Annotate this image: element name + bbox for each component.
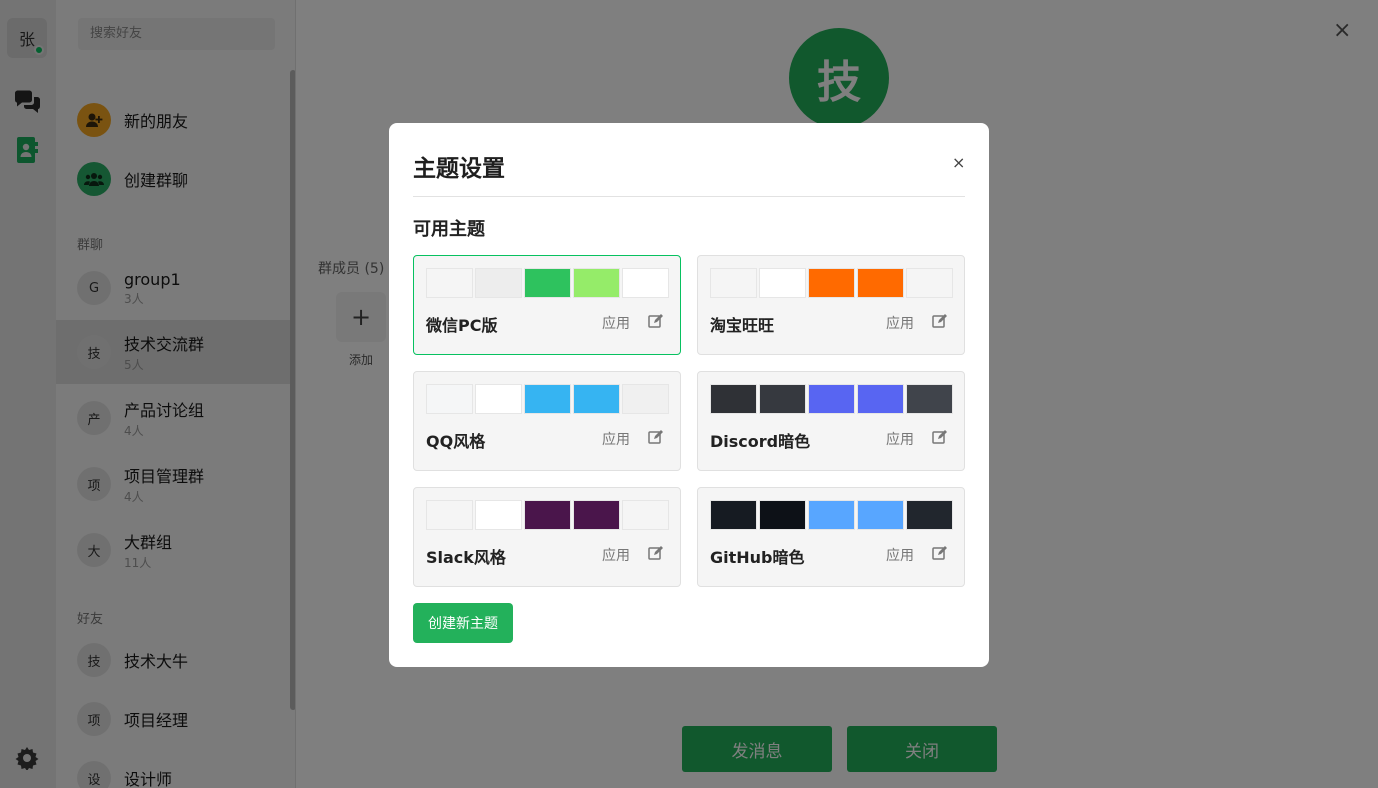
theme-swatches: [710, 268, 953, 298]
theme-card[interactable]: GitHub暗色 应用: [697, 487, 965, 587]
color-swatch: [573, 500, 620, 530]
apply-theme-button[interactable]: 应用: [886, 545, 914, 565]
edit-icon[interactable]: [932, 545, 948, 561]
theme-swatches: [426, 500, 669, 530]
color-swatch: [710, 384, 757, 414]
color-swatch: [622, 268, 669, 298]
theme-name: Slack风格: [426, 548, 506, 567]
color-swatch: [759, 268, 806, 298]
color-swatch: [426, 384, 473, 414]
color-swatch: [710, 500, 757, 530]
theme-card[interactable]: Discord暗色 应用: [697, 371, 965, 471]
color-swatch: [524, 268, 571, 298]
modal-close-icon[interactable]: ×: [952, 153, 965, 172]
color-swatch: [524, 384, 571, 414]
color-swatch: [475, 268, 522, 298]
edit-icon[interactable]: [648, 429, 664, 445]
color-swatch: [710, 268, 757, 298]
color-swatch: [808, 384, 855, 414]
color-swatch: [426, 268, 473, 298]
apply-theme-button[interactable]: 应用: [886, 313, 914, 333]
edit-icon[interactable]: [932, 313, 948, 329]
apply-theme-button[interactable]: 应用: [602, 545, 630, 565]
theme-card[interactable]: 微信PC版 应用: [413, 255, 681, 355]
modal-divider: [413, 196, 965, 197]
color-swatch: [759, 500, 806, 530]
theme-card[interactable]: Slack风格 应用: [413, 487, 681, 587]
theme-name: QQ风格: [426, 432, 486, 451]
theme-settings-modal: 主题设置 × 可用主题 微信PC版 应用 淘宝旺旺 应用 QQ风格 应用 Discord暗色…: [389, 123, 989, 667]
color-swatch: [759, 384, 806, 414]
color-swatch: [475, 384, 522, 414]
color-swatch: [622, 384, 669, 414]
modal-title: 主题设置: [413, 156, 505, 182]
color-swatch: [906, 384, 953, 414]
color-swatch: [808, 500, 855, 530]
edit-icon[interactable]: [932, 429, 948, 445]
color-swatch: [573, 384, 620, 414]
theme-swatches: [426, 384, 669, 414]
apply-theme-button[interactable]: 应用: [602, 313, 630, 333]
color-swatch: [857, 384, 904, 414]
color-swatch: [857, 500, 904, 530]
theme-swatches: [710, 384, 953, 414]
theme-swatches: [710, 500, 953, 530]
color-swatch: [573, 268, 620, 298]
color-swatch: [475, 500, 522, 530]
color-swatch: [906, 268, 953, 298]
theme-name: Discord暗色: [710, 432, 811, 451]
edit-icon[interactable]: [648, 313, 664, 329]
color-swatch: [524, 500, 571, 530]
theme-name: 微信PC版: [426, 316, 498, 335]
edit-icon[interactable]: [648, 545, 664, 561]
theme-swatches: [426, 268, 669, 298]
color-swatch: [426, 500, 473, 530]
color-swatch: [906, 500, 953, 530]
apply-theme-button[interactable]: 应用: [886, 429, 914, 449]
available-themes-heading: 可用主题: [413, 219, 485, 240]
apply-theme-button[interactable]: 应用: [602, 429, 630, 449]
theme-card[interactable]: 淘宝旺旺 应用: [697, 255, 965, 355]
color-swatch: [622, 500, 669, 530]
theme-name: GitHub暗色: [710, 548, 805, 567]
color-swatch: [857, 268, 904, 298]
theme-name: 淘宝旺旺: [710, 316, 775, 335]
color-swatch: [808, 268, 855, 298]
theme-card[interactable]: QQ风格 应用: [413, 371, 681, 471]
create-theme-button[interactable]: 创建新主题: [413, 603, 513, 643]
